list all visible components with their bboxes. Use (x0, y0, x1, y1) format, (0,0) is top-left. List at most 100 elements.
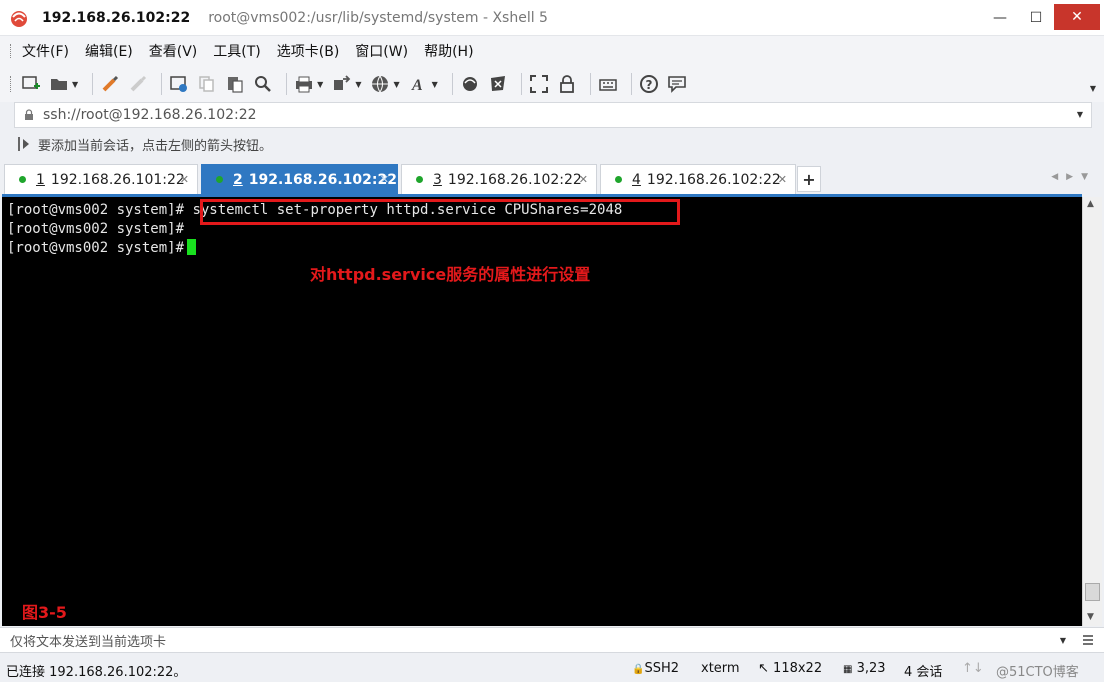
terminal-screen[interactable]: [root@vms002 system]# systemctl set-prop… (2, 194, 1082, 626)
menu-help[interactable]: 帮助(H) (424, 41, 473, 61)
resize-icon: ↖ (758, 661, 769, 676)
session-count: 4 会话 (904, 665, 943, 680)
session-hint-bar: 要添加当前会话，点击左侧的箭头按钮。 (0, 130, 1104, 158)
menu-file[interactable]: 文件(F) (22, 41, 69, 61)
tab-scroll-icon[interactable]: ◀▶▼ (1051, 172, 1096, 182)
terminal-prompt: [root@vms002 system]# (7, 240, 185, 256)
globe-dropdown-icon[interactable]: ▼ (393, 80, 399, 89)
terminal-cursor (187, 239, 197, 255)
toolbar-overflow-icon[interactable]: ▼ (1090, 84, 1096, 93)
scroll-arrows-icon[interactable]: ↑↓ (962, 661, 984, 676)
copy-icon[interactable] (196, 73, 218, 95)
tab-close-icon[interactable]: ✕ (380, 173, 389, 186)
properties-icon[interactable] (168, 73, 190, 95)
transfer-icon[interactable] (331, 73, 353, 95)
scroll-down-icon[interactable]: ▼ (1087, 612, 1094, 622)
menu-view[interactable]: 查看(V) (149, 41, 198, 61)
new-tab-button[interactable]: + (797, 166, 821, 192)
print-icon[interactable] (293, 73, 315, 95)
print-dropdown-icon[interactable]: ▼ (317, 80, 323, 89)
open-folder-icon[interactable] (48, 73, 70, 95)
close-button[interactable]: ✕ (1054, 4, 1100, 30)
xftp-icon[interactable] (459, 73, 481, 95)
tab-host: 192.168.26.101:22 (50, 171, 185, 188)
terminal-type: xterm (701, 661, 740, 676)
minimize-button[interactable]: — (982, 0, 1018, 36)
paste-icon[interactable] (224, 73, 246, 95)
title-bar: 192.168.26.102:22 root@vms002:/usr/lib/s… (0, 0, 1104, 36)
connected-status-icon (416, 176, 423, 183)
address-dropdown-icon[interactable]: ▼ (1077, 110, 1083, 119)
chat-icon[interactable] (666, 73, 688, 95)
terminal-prompt: [root@vms002 system]# (7, 221, 185, 237)
connection-status: 已连接 192.168.26.102:22。 (6, 665, 187, 680)
add-session-arrow-icon[interactable] (18, 137, 30, 151)
transfer-dropdown-icon[interactable]: ▼ (355, 80, 361, 89)
fullscreen-icon[interactable] (528, 73, 550, 95)
menu-tabs[interactable]: 选项卡(B) (277, 41, 340, 61)
tab-close-icon[interactable]: ✕ (778, 173, 787, 186)
scroll-up-icon[interactable]: ▲ (1087, 199, 1094, 209)
compose-dropdown-icon[interactable]: ▼ (1060, 636, 1066, 645)
scrollbar-thumb[interactable] (1085, 583, 1100, 601)
session-hint-text: 要添加当前会话，点击左侧的箭头按钮。 (38, 138, 273, 154)
terminal-scrollbar[interactable]: ▲ ▼ (1082, 197, 1102, 626)
status-bar: 已连接 192.168.26.102:22。 🔒SSH2 xterm ↖ 118… (0, 654, 1104, 682)
tab-number: 4 (632, 171, 641, 188)
font-icon[interactable]: A (408, 73, 430, 95)
menu-window[interactable]: 窗口(W) (355, 41, 408, 61)
tab-close-icon[interactable]: ✕ (180, 173, 189, 186)
xmanager-icon[interactable] (487, 73, 509, 95)
address-value: ssh://root@192.168.26.102:22 (43, 107, 257, 123)
watermark-text: @51CTO博客 (996, 665, 1079, 680)
menu-tools[interactable]: 工具(T) (213, 41, 260, 61)
menu-icon[interactable] (1082, 634, 1094, 646)
xshell-logo-icon (11, 10, 27, 27)
terminal-prompt: [root@vms002 system]# (7, 202, 185, 218)
svg-text:A: A (411, 77, 423, 94)
disconnect-icon[interactable] (127, 73, 149, 95)
tab-session-1[interactable]: 1 192.168.26.101:22 ✕ (4, 164, 198, 194)
keyboard-icon[interactable] (597, 73, 619, 95)
maximize-button[interactable]: ☐ (1018, 0, 1054, 36)
tab-number: 2 (233, 171, 243, 188)
command-highlight-box (200, 199, 680, 225)
compose-bar[interactable]: 仅将文本发送到当前选项卡 ▼ (0, 627, 1104, 653)
terminal-line-2: [root@vms002 system]# (7, 220, 184, 239)
tab-close-icon[interactable]: ✕ (579, 173, 588, 186)
new-session-icon[interactable] (20, 73, 42, 95)
annotation-text: 对httpd.service服务的属性进行设置 (310, 265, 591, 284)
connected-status-icon (615, 176, 622, 183)
tab-session-2[interactable]: 2 192.168.26.102:22 ✕ (201, 164, 398, 194)
tab-host: 192.168.26.102:22 (248, 171, 397, 188)
lock-icon: 🔒 (632, 664, 645, 675)
cursor-position: ▦ 3,23 (843, 661, 886, 676)
tab-host: 192.168.26.102:22 (646, 171, 781, 188)
compose-bar-text: 仅将文本发送到当前选项卡 (10, 634, 167, 650)
tab-number: 1 (36, 171, 45, 188)
tab-number: 3 (433, 171, 442, 188)
tab-session-4[interactable]: 4 192.168.26.102:22 ✕ (600, 164, 796, 194)
menu-bar: 文件(F) 编辑(E) 查看(V) 工具(T) 选项卡(B) 窗口(W) 帮助(… (0, 36, 1104, 66)
window-title-host: 192.168.26.102:22 (42, 9, 191, 26)
tab-strip: 1 192.168.26.101:22 ✕ 2 192.168.26.102:2… (0, 160, 1104, 194)
connect-icon[interactable] (99, 73, 121, 95)
menu-edit[interactable]: 编辑(E) (85, 41, 133, 61)
open-dropdown-icon[interactable]: ▼ (72, 80, 78, 89)
address-bar[interactable]: ssh://root@192.168.26.102:22 ▼ (14, 102, 1092, 128)
tab-session-3[interactable]: 3 192.168.26.102:22 ✕ (401, 164, 597, 194)
toolbar: ▼ ▼ ▼ ▼ A ▼ ? ▼ (0, 66, 1104, 102)
find-icon[interactable] (252, 73, 274, 95)
window-title-path: root@vms002:/usr/lib/systemd/system - Xs… (208, 9, 548, 26)
svg-text:?: ? (645, 78, 652, 92)
font-dropdown-icon[interactable]: ▼ (432, 80, 438, 89)
position-icon: ▦ (843, 664, 853, 675)
globe-icon[interactable] (369, 73, 391, 95)
protocol-status: 🔒SSH2 (632, 661, 680, 676)
lock-icon[interactable] (556, 73, 578, 95)
help-icon[interactable]: ? (638, 73, 660, 95)
connected-status-icon (19, 176, 26, 183)
lock-icon (25, 109, 33, 120)
figure-label: 图3-5 (22, 603, 67, 622)
tab-host: 192.168.26.102:22 (447, 171, 582, 188)
